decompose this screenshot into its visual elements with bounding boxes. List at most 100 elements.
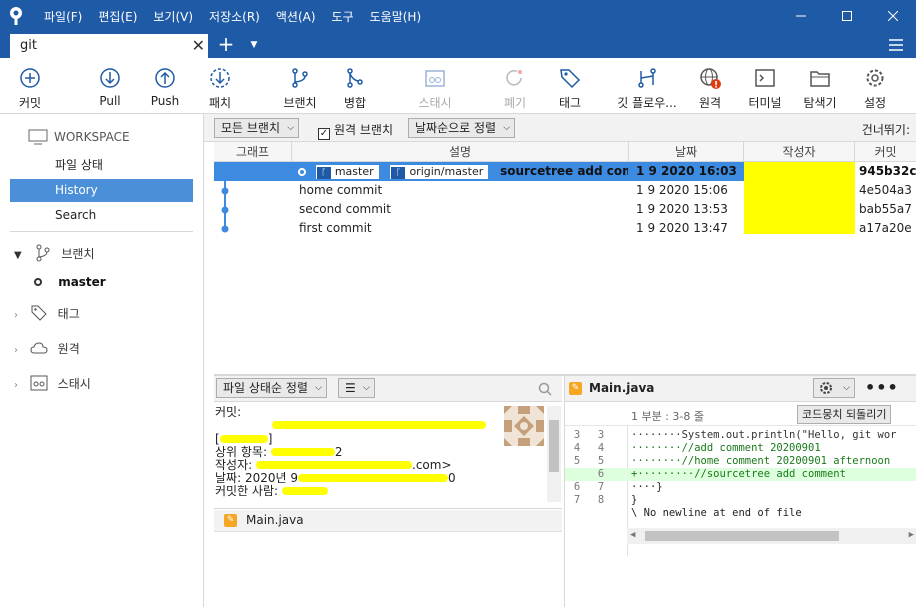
file-sort-dropdown[interactable]: 파일 상태순 정렬 ⌵ [216, 378, 327, 398]
head-marker-icon [298, 168, 306, 176]
toolbar: 커밋 Pull Push 패치 브랜치 병합 스태시 폐기 태그 깃 플로우..… [0, 58, 916, 114]
gitflow-button[interactable]: 깃 플로우... [617, 66, 677, 112]
sidebar-section-tags[interactable]: › 태그 [14, 302, 80, 326]
discard-button[interactable]: 폐기 [485, 66, 545, 112]
menu-tools[interactable]: 도구 [332, 8, 354, 25]
merge-icon [347, 68, 363, 88]
sidebar-item-branch-master[interactable]: master [34, 270, 106, 294]
file-view-dropdown[interactable]: ☰ ⌵ [338, 378, 375, 398]
commit-hash: bab55a7 [859, 202, 912, 216]
minimize-icon [796, 15, 806, 17]
sidebar-section-branches[interactable]: ▼ 브랜치 [14, 242, 94, 266]
tab-close-icon[interactable]: ✕ [192, 36, 205, 55]
scrollbar-thumb[interactable] [645, 531, 839, 541]
scrollbar-thumb[interactable] [549, 420, 559, 472]
tab-list-chevron-down-icon[interactable]: ▼ [244, 32, 264, 58]
new-tab-button[interactable]: + [216, 32, 236, 58]
diff-options-dropdown[interactable]: ⌵ [813, 378, 855, 398]
fetch-button[interactable]: 패치 [190, 66, 250, 112]
author-label: 작성자: [215, 458, 253, 472]
sidebar-item-file-status[interactable]: 파일 상태 [10, 154, 193, 177]
chevron-down-icon: ⌵ [315, 383, 322, 393]
column-description[interactable]: 설명 [292, 142, 629, 162]
push-button[interactable]: Push [135, 66, 195, 112]
scroll-left-icon[interactable]: ◀ [630, 530, 635, 540]
author-redacted [744, 162, 855, 181]
menu-actions[interactable]: 액션(A) [276, 8, 316, 25]
sidebar-section-stashes[interactable]: › 스태시 [14, 372, 91, 396]
committer-label: 커밋한 사람: [215, 484, 279, 498]
diff-horizontal-scrollbar[interactable]: ◀ ▶ [627, 528, 916, 544]
commit-label: 커밋: [215, 405, 242, 419]
branch-filter-dropdown[interactable]: 모든 브랜치 ⌵ [214, 118, 300, 138]
maximize-button[interactable] [824, 0, 870, 32]
stash-button[interactable]: 스태시 [405, 66, 465, 112]
menu-file[interactable]: 파일(F) [44, 8, 82, 25]
svg-text:!: ! [714, 81, 718, 91]
branch-tag-origin-master[interactable]: ᚴ origin/master [390, 164, 489, 179]
revert-hunk-button[interactable]: 코드뭉치 되돌리기 [797, 405, 892, 424]
tab-repository[interactable]: git ✕ [10, 34, 208, 58]
monitor-icon [28, 129, 48, 145]
column-commit[interactable]: 커밋 [855, 142, 916, 162]
commit-date: 1 9 2020 16:03 [636, 164, 737, 178]
more-options-icon[interactable]: ••• [865, 378, 899, 397]
parent-redacted [270, 448, 335, 456]
cloud-icon [30, 342, 48, 354]
chevron-right-icon: › [14, 310, 18, 321]
commit-row[interactable]: first commit 1 9 2020 13:47 a17a20e [214, 219, 916, 238]
diff-line: 5 5 ········//home comment 20200901 aftern… [573, 455, 891, 467]
terminal-icon [755, 69, 775, 87]
hunk-header: 1 부분 : 3-8 줄 코드뭉치 되돌리기 [565, 404, 916, 426]
tab-label: git [20, 38, 37, 53]
push-arrow-up-icon [155, 68, 175, 88]
menu-view[interactable]: 보기(V) [153, 8, 193, 25]
pull-button[interactable]: Pull [80, 66, 140, 112]
branch-button[interactable]: 브랜치 [270, 66, 330, 112]
menu-edit[interactable]: 편집(E) [98, 8, 137, 25]
explorer-button[interactable]: 탐색기 [790, 66, 850, 112]
commit-hash: 945b32c [855, 162, 916, 181]
column-author[interactable]: 작성자 [744, 142, 855, 162]
settings-button[interactable]: 설정 [845, 66, 905, 112]
minimize-button[interactable] [778, 0, 824, 32]
files-pane-header: 파일 상태순 정렬 ⌵ ☰ ⌵ [214, 376, 562, 402]
sidebar-item-search[interactable]: Search [10, 204, 193, 227]
branch-tag-master[interactable]: ᚴ master [315, 164, 379, 179]
author-redacted [744, 219, 855, 234]
gitflow-icon [638, 68, 656, 88]
checkbox-checked-icon[interactable]: ✓ [318, 128, 330, 140]
commit-row-selected[interactable]: ᚴ master ᚴ origin/master sourcetree add co… [214, 162, 916, 181]
tag-button[interactable]: 태그 [540, 66, 600, 112]
list-view-icon: ☰ [345, 381, 356, 395]
remote-button[interactable]: ! 원격 [680, 66, 740, 112]
chevron-down-icon: ⌵ [843, 383, 850, 393]
sidebar: WORKSPACE 파일 상태 History Search ▼ 브랜치 mas… [0, 114, 204, 607]
file-list-item[interactable]: ✎ Main.java [214, 510, 562, 532]
sidebar-section-remotes[interactable]: › 원격 [14, 337, 80, 361]
menu-repository[interactable]: 저장소(R) [209, 8, 260, 25]
search-icon[interactable] [538, 382, 552, 396]
merge-button[interactable]: 병합 [325, 66, 385, 112]
chevron-down-icon: ⌵ [503, 123, 511, 133]
menu-help[interactable]: 도움말(H) [370, 8, 422, 25]
commit-row[interactable]: second commit 1 9 2020 13:53 bab55a7 [214, 200, 916, 219]
commit-row[interactable]: home commit 1 9 2020 15:06 4e504a3 [214, 181, 916, 200]
column-graph[interactable]: 그래프 [214, 142, 292, 162]
pull-arrow-down-icon [100, 68, 120, 88]
modified-file-icon: ✎ [569, 382, 582, 395]
commit-plus-icon [20, 68, 40, 88]
scroll-right-icon[interactable]: ▶ [909, 530, 914, 540]
hamburger-menu-icon[interactable] [888, 36, 904, 54]
chevron-down-icon: ⌵ [362, 383, 370, 393]
commit-button[interactable]: 커밋 [0, 66, 60, 112]
terminal-button[interactable]: 터미널 [735, 66, 795, 112]
sort-order-dropdown[interactable]: 날짜순으로 정렬 ⌵ [408, 118, 516, 138]
commit-details-scrollbar[interactable] [547, 406, 561, 502]
sidebar-item-history[interactable]: History [10, 179, 193, 202]
remote-branches-toggle[interactable]: ✓ 원격 브랜치 [318, 121, 393, 140]
close-button[interactable] [870, 0, 916, 32]
column-date[interactable]: 날짜 [629, 142, 744, 162]
diff-line: 6 7 ····} [573, 481, 663, 493]
branch-icon [292, 68, 308, 88]
